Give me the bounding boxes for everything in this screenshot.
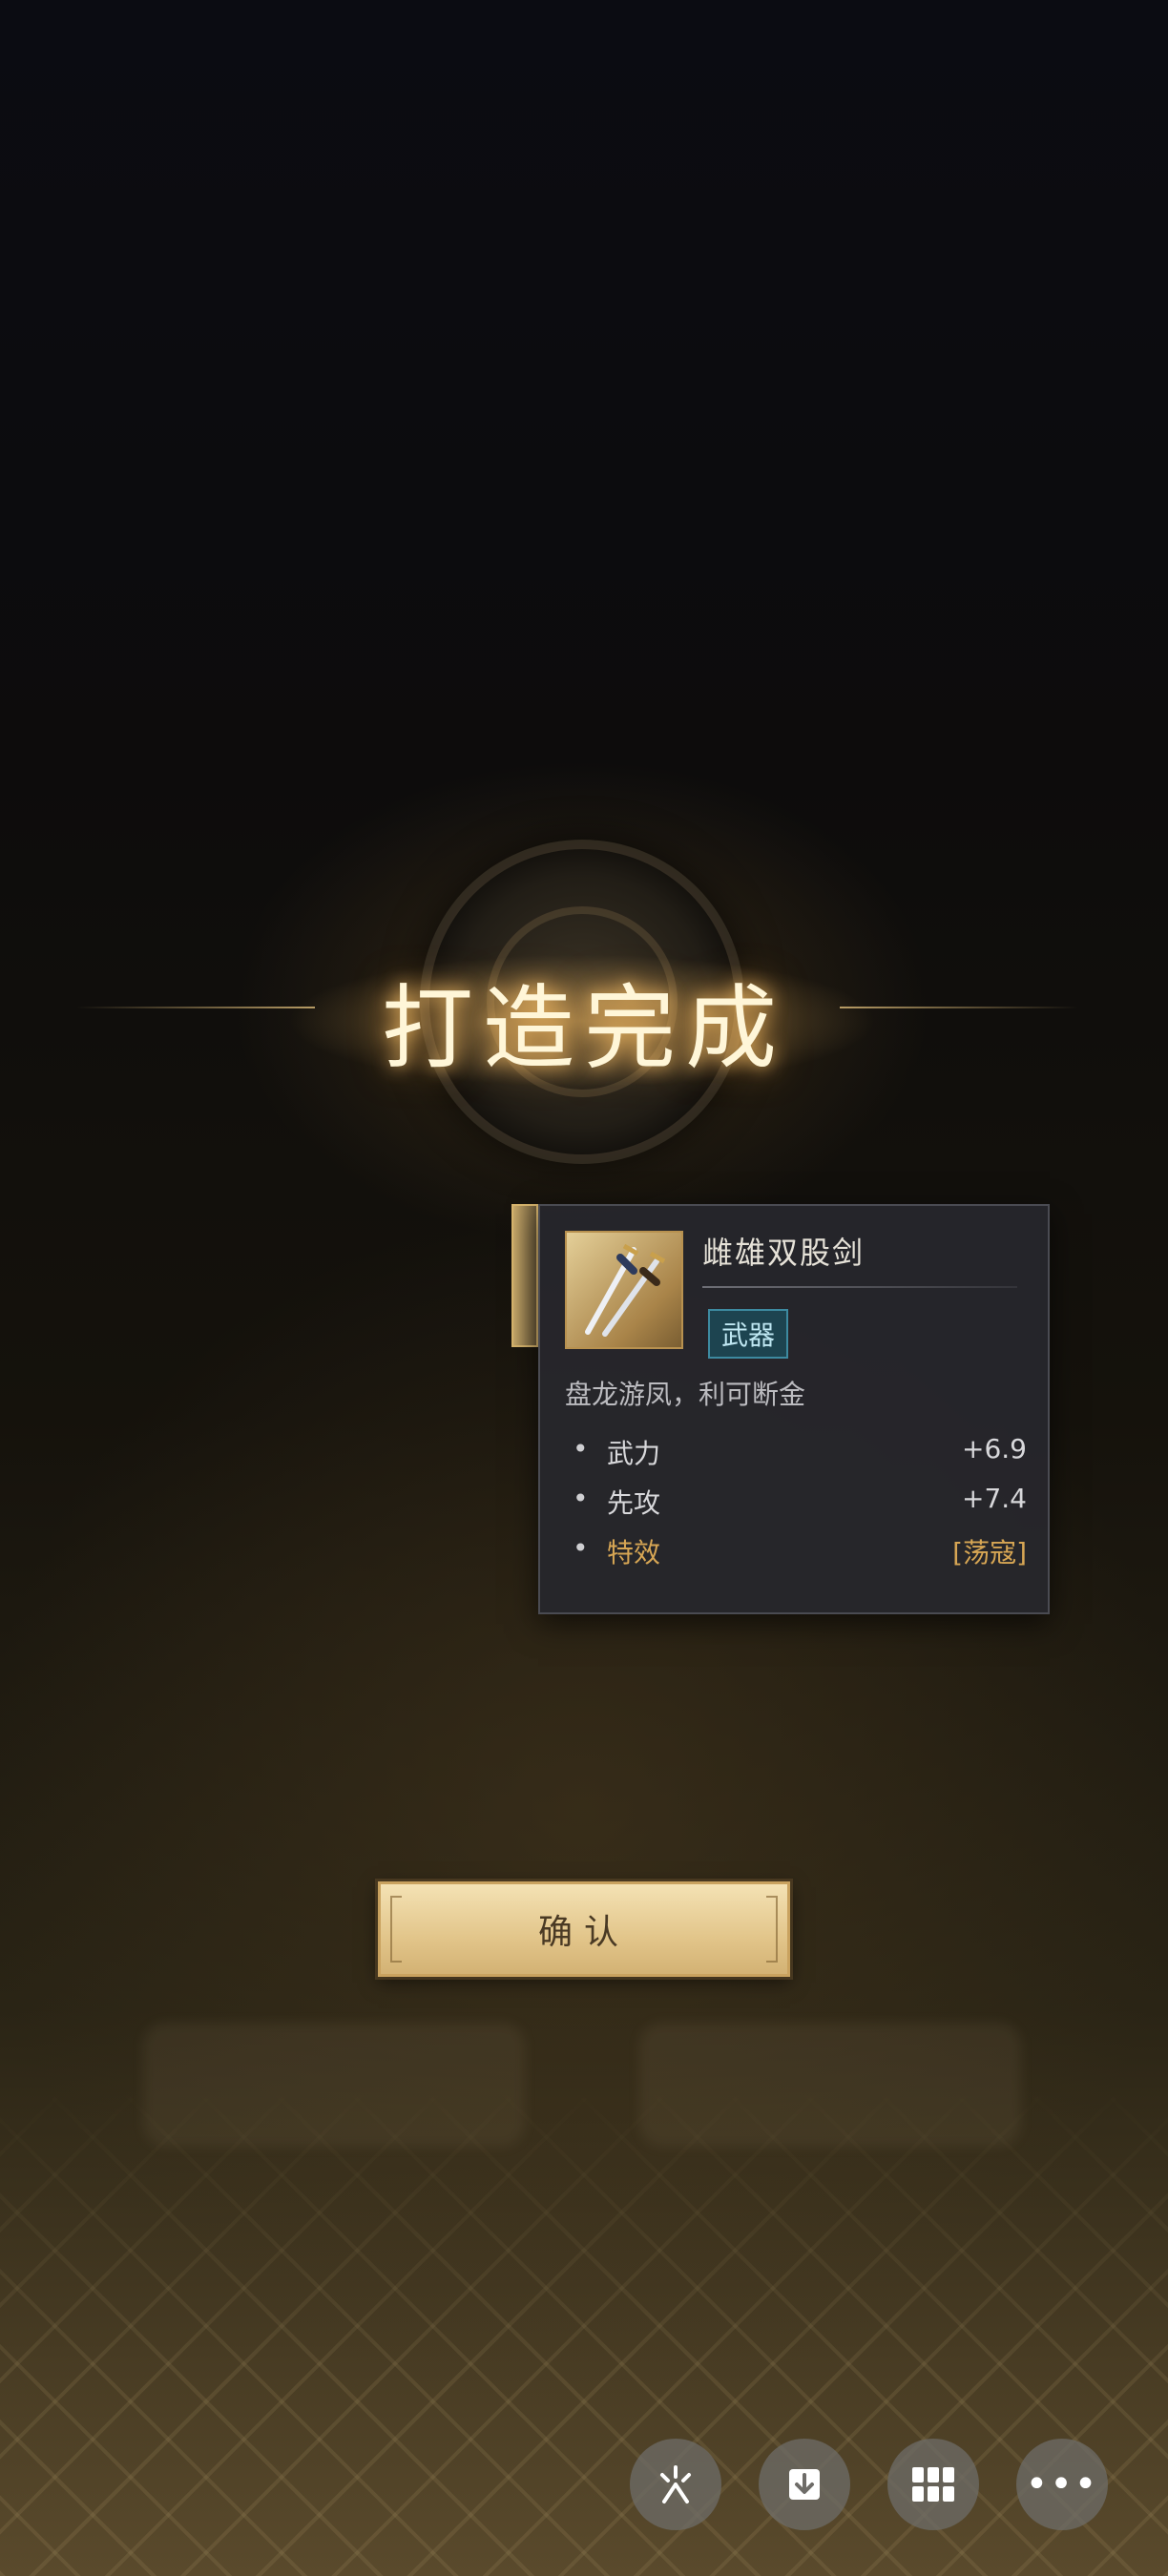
stats-list: • 武力 +6.9 • 先攻 +7.4 • 特效 [荡寇]	[565, 1425, 1027, 1574]
stat-label: 特效	[607, 1537, 661, 1568]
more-icon: •••	[1025, 2462, 1099, 2506]
item-description: 盘龙游凤，利可断金	[565, 1379, 806, 1410]
download-icon	[789, 2469, 820, 2500]
blurred-panel-right	[639, 2023, 1021, 2147]
stat-label: 武力	[607, 1438, 661, 1469]
stat-row-force: • 武力 +6.9	[565, 1425, 1027, 1475]
item-tooltip-card: 雌雄双股剑 武器 盘龙游凤，利可断金 • 武力 +6.9 • 先攻 +7.4 •…	[538, 1204, 1050, 1614]
twin-swords-icon	[585, 1243, 666, 1337]
item-type-badge: 武器	[708, 1309, 789, 1359]
item-name: 雌雄双股剑	[702, 1235, 866, 1271]
sparkle-icon	[660, 2465, 691, 2503]
forge-complete-screen: 打造完成 雌雄双股剑 武器 盘龙游凤，利可断金 • 武力 +6.9 • 先攻 +…	[0, 0, 1168, 2576]
item-thumbnail	[565, 1231, 683, 1349]
name-divider	[702, 1286, 1017, 1288]
bullet-icon: •	[573, 1433, 589, 1465]
title-banner: 打造完成	[0, 840, 1168, 1183]
blurred-panel-left	[143, 2023, 525, 2147]
grid-icon	[912, 2467, 954, 2502]
more-button[interactable]: •••	[1016, 2439, 1108, 2530]
confirm-button[interactable]: 确认	[378, 1881, 790, 1977]
stat-value: +6.9	[962, 1433, 1027, 1465]
crafted-item-slot[interactable]	[511, 1204, 538, 1347]
sparkle-button[interactable]	[630, 2439, 721, 2530]
bullet-icon: •	[573, 1532, 589, 1564]
apps-button[interactable]	[887, 2439, 979, 2530]
stat-label: 先攻	[607, 1487, 661, 1519]
download-button[interactable]	[759, 2439, 850, 2530]
stat-row-initiative: • 先攻 +7.4	[565, 1475, 1027, 1525]
background-pattern	[0, 2080, 1168, 2576]
bullet-icon: •	[573, 1483, 589, 1514]
stat-value: +7.4	[962, 1483, 1027, 1514]
stat-row-special-effect: • 特效 [荡寇]	[565, 1525, 1027, 1574]
page-title: 打造完成	[382, 975, 786, 1082]
stat-value: [荡寇]	[952, 1537, 1027, 1568]
